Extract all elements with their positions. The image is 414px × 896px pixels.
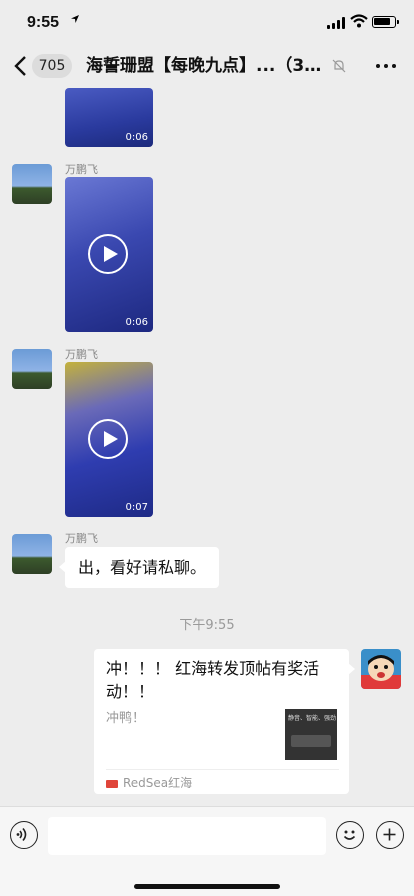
plus-icon[interactable] [376, 821, 404, 849]
wifi-icon [350, 14, 368, 28]
card-description: 冲鸭！ [106, 711, 146, 726]
card-source-name: RedSea红海 [123, 776, 193, 790]
emoji-icon[interactable] [336, 821, 364, 849]
more-options-icon[interactable] [374, 58, 398, 74]
home-indicator [134, 884, 280, 889]
text-message[interactable]: 出，看好请私聊。 [58, 547, 220, 588]
avatar[interactable] [12, 534, 52, 574]
cellular-signal-icon [327, 17, 345, 29]
message-timestamp: 下午9:55 [179, 618, 235, 633]
sender-name: 万鹏飞 [65, 348, 98, 361]
link-card-message[interactable]: 冲！！！ 红海转发顶帖有奖活动！！ 冲鸭！ 静音、智能、强劲 RedSea红海 [94, 649, 355, 794]
sender-name: 万鹏飞 [65, 532, 98, 545]
card-title: 冲！！！ 红海转发顶帖有奖活动！！ [106, 659, 320, 701]
voice-input-icon[interactable] [10, 821, 38, 849]
my-avatar[interactable] [361, 649, 401, 689]
card-thumbnail: 静音、智能、强劲 [285, 709, 337, 760]
video-duration: 0:06 [125, 317, 148, 328]
sender-name: 万鹏飞 [65, 163, 98, 176]
video-message[interactable]: 0:06 [65, 88, 153, 147]
card-divider [106, 769, 339, 770]
battery-icon [372, 16, 399, 28]
video-message[interactable]: 0:07 [65, 362, 153, 517]
video-duration: 0:06 [125, 132, 148, 143]
cartoon-avatar-icon [361, 655, 401, 689]
card-thumbnail-text: 静音、智能、强劲 [288, 715, 337, 722]
chat-header: 705 海誓珊盟【每晚九点】...（391） [0, 44, 414, 88]
unread-badge[interactable]: 705 [32, 54, 72, 78]
chat-title: 海誓珊盟【每晚九点】...（391） [86, 56, 331, 76]
card-source: RedSea红海 [106, 774, 192, 791]
video-message[interactable]: 0:06 [65, 177, 153, 332]
avatar[interactable] [12, 164, 52, 204]
input-bar [0, 806, 414, 896]
location-arrow-icon [71, 15, 79, 23]
message-input[interactable] [48, 817, 326, 855]
mute-bell-icon [332, 59, 346, 73]
avatar[interactable] [12, 349, 52, 389]
back-chevron-icon[interactable] [12, 54, 30, 78]
status-time: 9:55 [27, 14, 60, 31]
video-duration: 0:07 [125, 502, 148, 513]
status-bar: 9:55 [0, 0, 414, 44]
play-icon[interactable] [88, 234, 128, 274]
redsea-logo-icon [106, 779, 118, 788]
play-icon[interactable] [88, 419, 128, 459]
